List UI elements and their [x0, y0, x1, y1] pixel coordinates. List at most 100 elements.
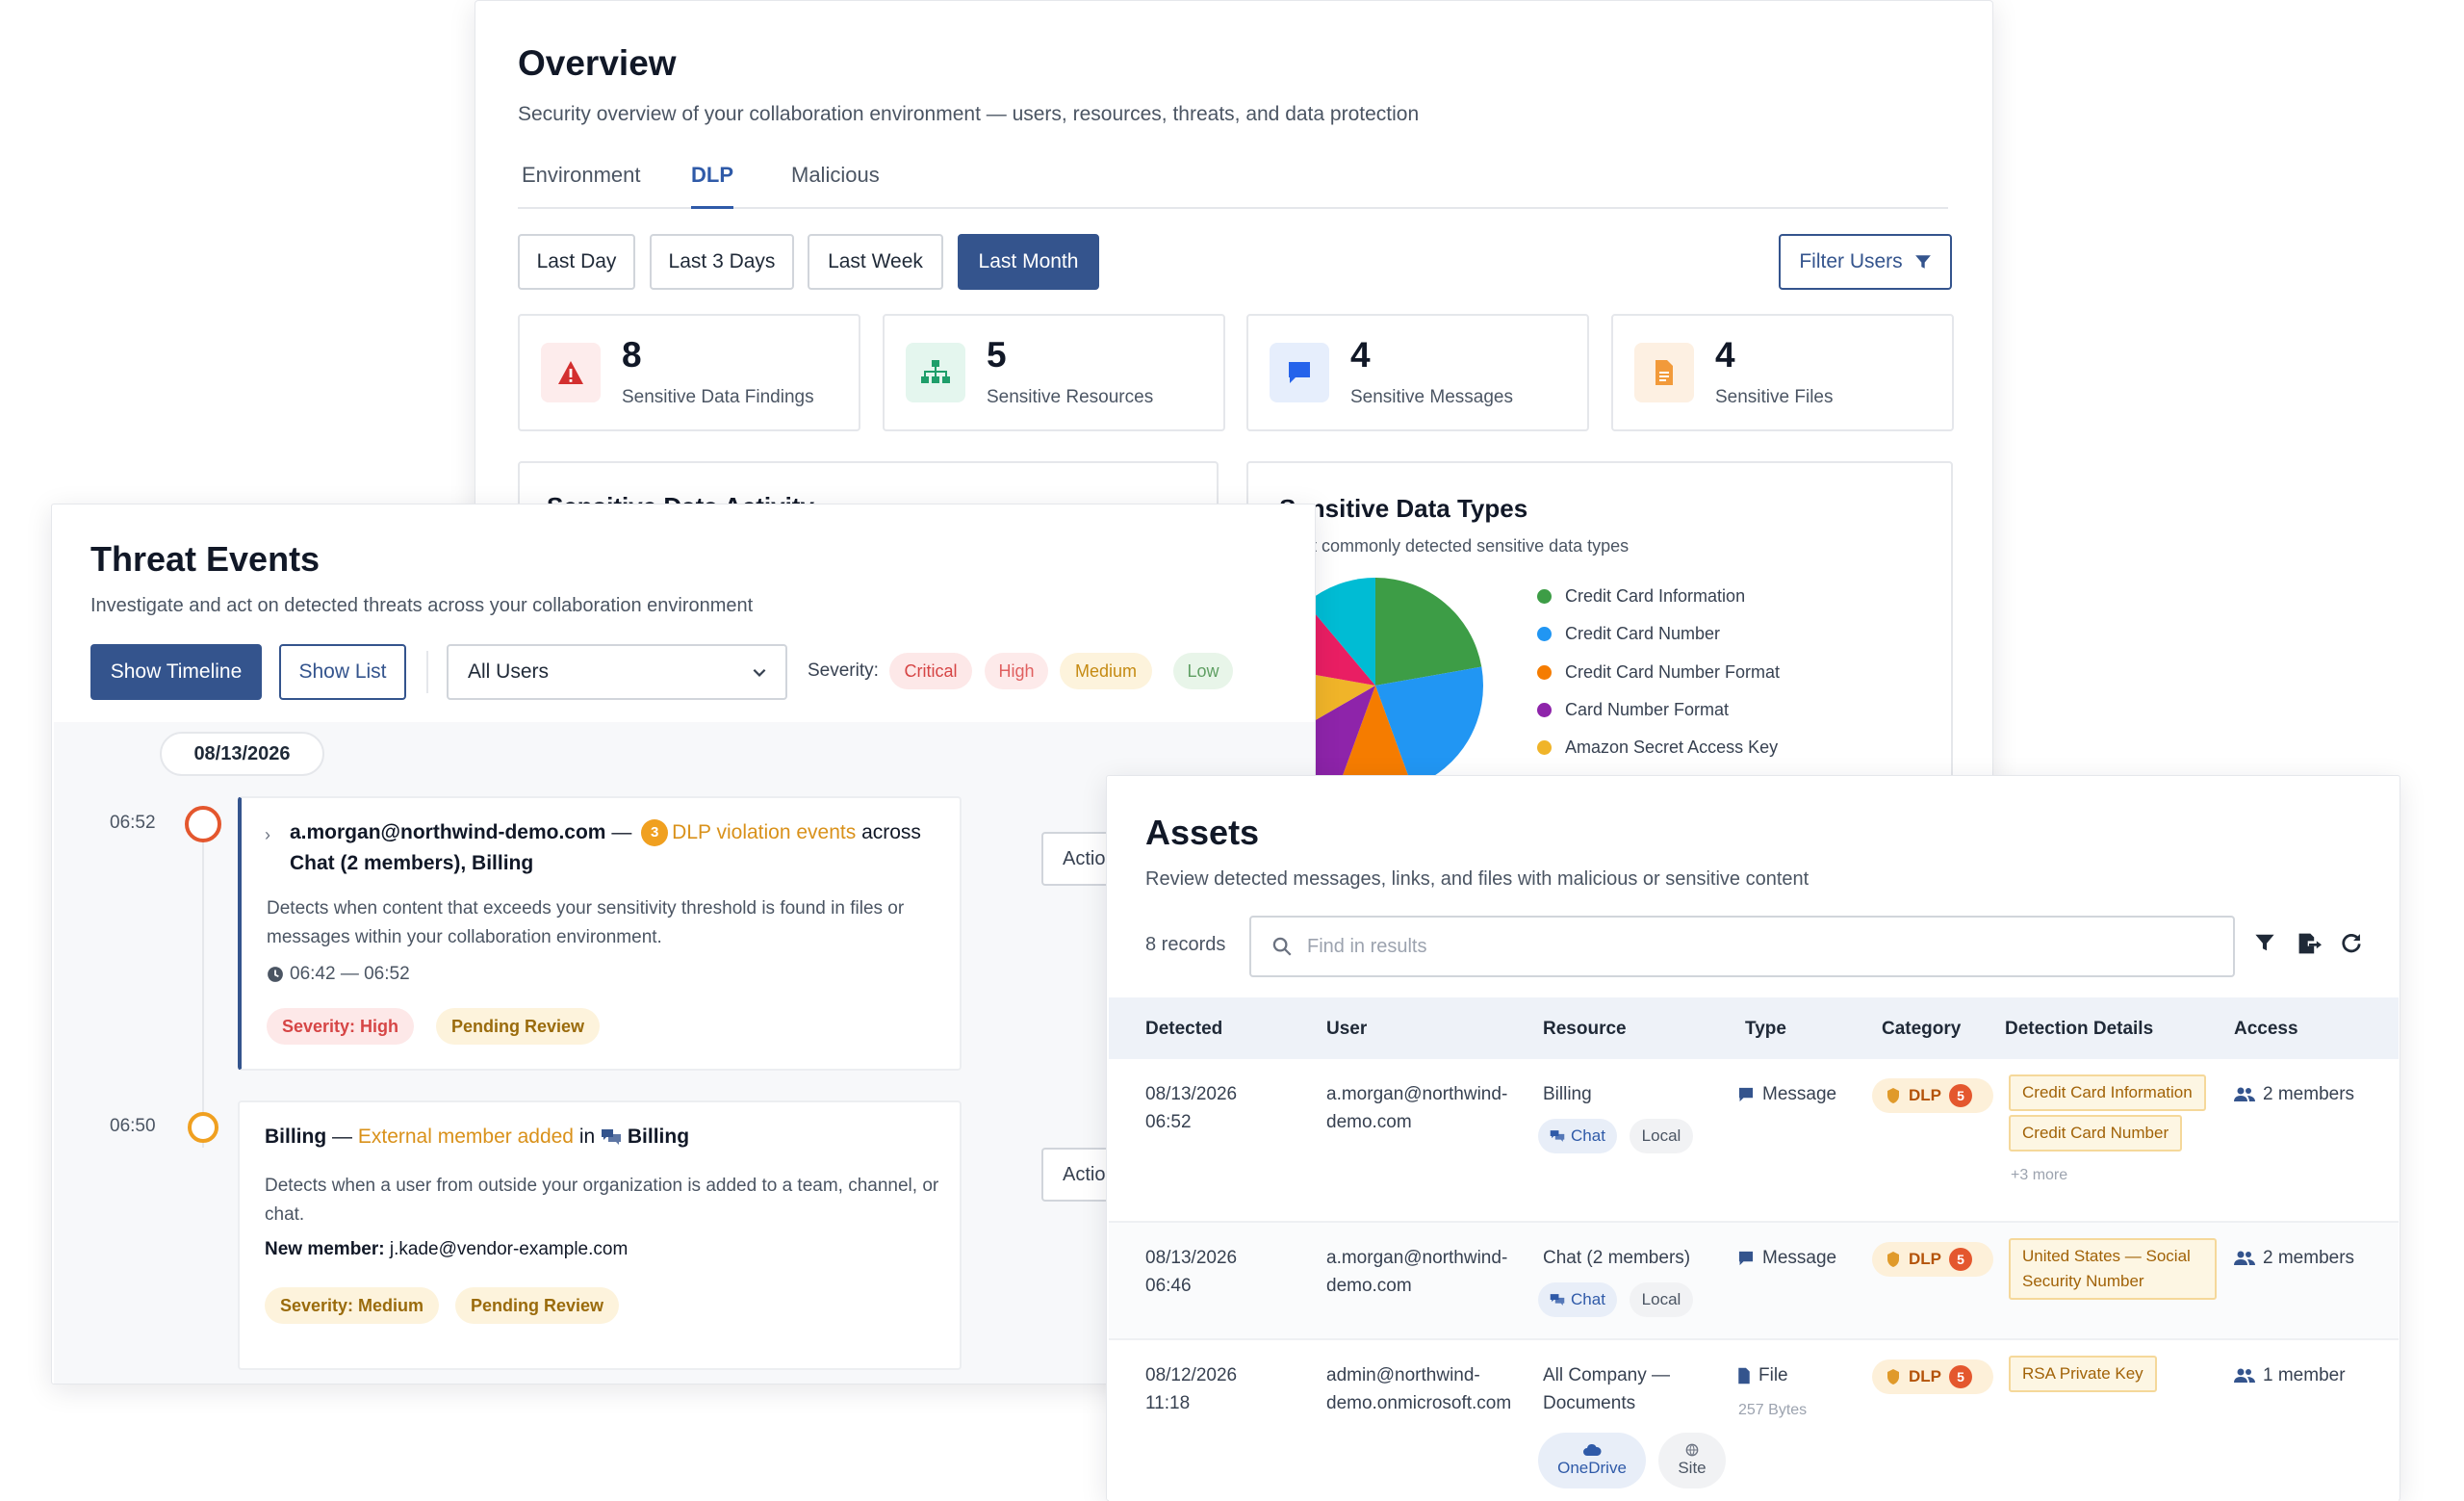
data-types-title: Sensitive Data Types	[1279, 494, 1528, 523]
legend-label: Credit Card Number	[1565, 624, 1721, 643]
event-time: 06:50	[110, 1116, 156, 1136]
severity-filter-low[interactable]: Low	[1173, 653, 1233, 689]
legend-item: Amazon Secret Access Key	[1537, 738, 1778, 758]
column-header[interactable]: Detected	[1145, 1019, 1222, 1040]
event-in: in	[578, 1126, 596, 1148]
table-row[interactable]: 08/13/2026 06:46 a.morgan@northwind-demo.…	[1109, 1223, 2399, 1340]
tab-environment[interactable]: Environment	[522, 163, 641, 209]
legend-swatch	[1537, 589, 1552, 604]
stat-label: Sensitive Resources	[987, 387, 1154, 407]
event-heading: a.morgan@northwind-demo.com — 3 DLP viola…	[290, 817, 954, 879]
user-line: a.morgan@northwind-	[1326, 1084, 1508, 1104]
stat-card-resources: 5 Sensitive Resources	[883, 314, 1225, 431]
range-last-day-button[interactable]: Last Day	[518, 234, 635, 290]
export-icon[interactable]	[2297, 932, 2322, 955]
assets-panel: Assets Review detected messages, links, …	[1106, 775, 2400, 1501]
table-row[interactable]: 08/13/2026 06:52 a.morgan@northwind-demo.…	[1109, 1059, 2399, 1223]
access-label: 2 members	[2263, 1248, 2355, 1268]
data-types-subtitle: Most commonly detected sensitive data ty…	[1279, 536, 1630, 556]
tab-malicious[interactable]: Malicious	[791, 163, 880, 209]
event-type-link[interactable]: DLP violation events	[672, 821, 856, 843]
column-header[interactable]: Resource	[1543, 1019, 1627, 1040]
legend-swatch	[1537, 627, 1552, 641]
access-label: 1 member	[2263, 1365, 2346, 1385]
show-timeline-button[interactable]: Show Timeline	[90, 644, 262, 700]
detected-time: 11:18	[1145, 1393, 1191, 1413]
detected-date: 08/13/2026	[1145, 1084, 1238, 1104]
severity-filter-medium[interactable]: Medium	[1060, 653, 1152, 689]
column-header[interactable]: Detection Details	[2005, 1019, 2153, 1040]
sitemap-icon	[906, 343, 965, 402]
resource-line: Documents	[1543, 1393, 1636, 1413]
detection-tag: Credit Card Information	[2009, 1074, 2206, 1111]
event-user: a.morgan@northwind-demo.com	[290, 821, 606, 843]
status-badge: Pending Review	[436, 1008, 601, 1045]
timeline-line	[202, 828, 204, 1148]
event-heading: Billing — External member added in Billi…	[265, 1122, 938, 1152]
refresh-icon[interactable]	[2341, 932, 2362, 953]
table-row[interactable]: 08/12/2026 11:18 admin@northwind-demo.onm…	[1109, 1340, 2399, 1501]
globe-icon	[1685, 1443, 1699, 1457]
pie-slice[interactable]	[1375, 578, 1482, 686]
timeline-node[interactable]	[188, 1112, 218, 1143]
stat-value: 4	[1715, 335, 1735, 375]
column-header[interactable]: Access	[2234, 1019, 2298, 1040]
detection-tag: Credit Card Number	[2009, 1115, 2183, 1152]
resource-name: All Company — Documents	[1543, 1361, 1670, 1417]
filter-icon[interactable]	[2254, 932, 2275, 953]
access-cell: 1 member	[2234, 1361, 2346, 1389]
event-description: Detects when a user from outside your or…	[265, 1176, 939, 1225]
stat-card-findings: 8 Sensitive Data Findings	[518, 314, 860, 431]
legend-item: Credit Card Number Format	[1537, 662, 1780, 683]
event-card[interactable]: › a.morgan@northwind-demo.com — 3 DLP vio…	[238, 796, 962, 1071]
detection-tag: RSA Private Key	[2009, 1356, 2157, 1392]
range-last-3-days-button[interactable]: Last 3 Days	[650, 234, 794, 290]
cloud-icon	[1583, 1443, 1602, 1456]
event-dash: —	[332, 1126, 353, 1148]
scope-chip: Site	[1658, 1433, 1726, 1488]
range-last-month-button[interactable]: Last Month	[958, 234, 1099, 290]
tab-dlp[interactable]: DLP	[691, 163, 733, 209]
detected-time: 06:46	[1145, 1276, 1192, 1296]
severity-badge: Severity: High	[267, 1008, 415, 1045]
column-header[interactable]: Type	[1745, 1019, 1786, 1040]
timeline-node[interactable]	[185, 806, 221, 842]
user-select[interactable]: All Users	[447, 644, 787, 700]
resource-name: Chat (2 members)	[1543, 1248, 1691, 1268]
range-last-week-button[interactable]: Last Week	[808, 234, 943, 290]
search-icon	[1272, 937, 1292, 956]
stat-label: Sensitive Messages	[1350, 387, 1513, 407]
severity-filter-critical[interactable]: Critical	[889, 653, 972, 689]
chevron-down-icon	[753, 668, 766, 677]
event-count-badge: 3	[641, 819, 669, 847]
divider	[426, 651, 428, 693]
legend-label: Credit Card Number Format	[1565, 662, 1781, 682]
user-line: demo.onmicrosoft.com	[1326, 1393, 1512, 1413]
search-input[interactable]: Find in results	[1249, 916, 2235, 977]
shield-icon	[1887, 1088, 1899, 1103]
type-cell: Message	[1737, 1244, 1836, 1272]
category-badge: DLP 5	[1872, 1359, 1993, 1394]
expand-chevron-icon[interactable]: ›	[265, 825, 270, 845]
category-badge: DLP 5	[1872, 1078, 1993, 1113]
more-link[interactable]: +3 more	[2011, 1167, 2067, 1184]
user-cell: admin@northwind-demo.onmicrosoft.com	[1326, 1361, 1511, 1417]
column-header[interactable]: User	[1326, 1019, 1367, 1040]
event-type-link[interactable]: External member added	[358, 1126, 574, 1148]
message-icon	[1738, 1087, 1754, 1101]
event-card[interactable]: Billing — External member added in Billi…	[238, 1100, 962, 1370]
threat-events-subtitle: Investigate and act on detected threats …	[90, 595, 754, 616]
access-label: 2 members	[2263, 1084, 2355, 1104]
stat-label: Sensitive Data Findings	[622, 387, 814, 407]
column-header[interactable]: Category	[1882, 1019, 1961, 1040]
users-icon	[2234, 1251, 2255, 1265]
user-line: a.morgan@northwind-	[1326, 1248, 1508, 1268]
show-list-button[interactable]: Show List	[279, 644, 406, 700]
filter-users-button[interactable]: Filter Users	[1779, 234, 1952, 290]
message-icon	[1270, 343, 1329, 402]
user-line: demo.com	[1326, 1276, 1412, 1296]
event-target: Billing	[627, 1126, 690, 1148]
event-source: Billing	[265, 1126, 327, 1148]
category-label: DLP	[1909, 1086, 1941, 1104]
severity-filter-high[interactable]: High	[985, 653, 1048, 689]
